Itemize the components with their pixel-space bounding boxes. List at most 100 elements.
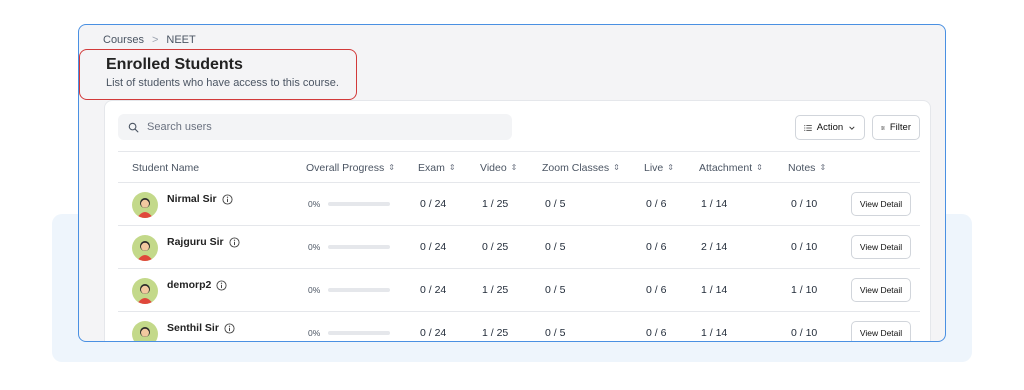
breadcrumb-courses[interactable]: Courses	[103, 34, 144, 46]
action-label: Action	[816, 122, 844, 133]
filter-button[interactable]: Filter	[872, 115, 920, 140]
view-detail-button[interactable]: View Detail	[851, 192, 911, 216]
search-input[interactable]	[147, 121, 487, 133]
view-detail-button[interactable]: View Detail	[851, 235, 911, 259]
chevron-down-icon	[849, 125, 855, 130]
col-video[interactable]: Video ⇕	[480, 162, 517, 174]
search-icon	[128, 122, 139, 132]
zoom-value: 0 / 5	[545, 284, 566, 296]
progress-bar	[328, 202, 391, 206]
notes-value: 0 / 10	[791, 327, 818, 339]
info-icon[interactable]	[222, 193, 233, 205]
table-row: demorp2 0% 0 / 24 1 / 25 0 / 5 0 / 6 1 /…	[118, 269, 920, 312]
page-header: Enrolled Students List of students who h…	[79, 49, 357, 100]
exam-value: 0 / 24	[420, 198, 447, 210]
live-value: 0 / 6	[646, 327, 667, 339]
avatar	[132, 278, 158, 304]
col-label: Video	[480, 162, 507, 174]
students-table: Student Name Overall Progress ⇕ Exam ⇕ Vid…	[118, 151, 920, 341]
avatar	[132, 192, 158, 218]
progress-bar	[328, 331, 391, 335]
user-avatar-icon	[137, 241, 153, 261]
col-label: Attachment	[699, 162, 753, 174]
progress-label: 0%	[308, 242, 321, 252]
app-window: Courses > NEET Enrolled Students List of…	[78, 24, 946, 342]
notes-value: 1 / 10	[791, 284, 818, 296]
progress-cell: 0%	[308, 328, 391, 338]
progress-cell: 0%	[308, 242, 391, 252]
progress-bar	[328, 245, 391, 249]
sort-icon: ⇕	[756, 163, 763, 172]
progress-label: 0%	[308, 328, 321, 338]
avatar	[132, 235, 158, 261]
progress-cell: 0%	[308, 285, 391, 295]
col-live[interactable]: Live ⇕	[644, 162, 674, 174]
sort-icon: ⇕	[819, 163, 827, 172]
student-name: Senthil Sir	[167, 322, 235, 334]
attachment-value: 1 / 14	[701, 327, 728, 339]
sort-icon: ⇕	[667, 163, 674, 172]
col-zoom-classes[interactable]: Zoom Classes ⇕	[542, 162, 620, 174]
col-label: Zoom Classes	[542, 162, 610, 174]
filter-label: Filter	[889, 122, 911, 133]
breadcrumb: Courses > NEET	[103, 34, 196, 46]
live-value: 0 / 6	[646, 241, 667, 253]
exam-value: 0 / 24	[420, 327, 447, 339]
sort-icon: ⇕	[613, 163, 620, 172]
info-icon[interactable]	[216, 279, 227, 291]
info-icon[interactable]	[224, 322, 235, 334]
col-student-name: Student Name	[132, 162, 199, 174]
student-name: Rajguru Sir	[167, 236, 240, 248]
progress-label: 0%	[308, 199, 321, 209]
attachment-value: 1 / 14	[701, 198, 728, 210]
user-avatar-icon	[137, 284, 153, 304]
zoom-value: 0 / 5	[545, 241, 566, 253]
breadcrumb-separator: >	[151, 34, 159, 46]
col-notes[interactable]: Notes ⇕	[788, 162, 826, 174]
progress-label: 0%	[308, 285, 321, 295]
col-label: Student Name	[132, 162, 200, 174]
table-row: Rajguru Sir 0% 0 / 24 0 / 25 0 / 5 0 / 6…	[118, 226, 920, 269]
exam-value: 0 / 24	[420, 284, 447, 296]
progress-bar	[328, 288, 391, 292]
student-name-text: Senthil Sir	[167, 322, 219, 334]
search-bar[interactable]	[118, 114, 512, 140]
sliders-icon	[881, 125, 885, 130]
col-label: Overall Progress	[306, 162, 385, 174]
user-avatar-icon	[137, 198, 153, 218]
notes-value: 0 / 10	[791, 241, 818, 253]
zoom-value: 0 / 5	[545, 198, 566, 210]
view-detail-button[interactable]: View Detail	[851, 278, 911, 302]
avatar	[132, 321, 158, 341]
page-subtitle: List of students who have access to this…	[106, 77, 339, 89]
attachment-value: 2 / 14	[701, 241, 728, 253]
breadcrumb-neet[interactable]: NEET	[166, 34, 195, 46]
view-detail-button[interactable]: View Detail	[851, 321, 911, 341]
attachment-value: 1 / 14	[701, 284, 728, 296]
student-name: demorp2	[167, 279, 227, 291]
col-overall-progress[interactable]: Overall Progress ⇕	[306, 162, 395, 174]
col-attachment[interactable]: Attachment ⇕	[699, 162, 763, 174]
list-icon	[804, 124, 812, 131]
exam-value: 0 / 24	[420, 241, 447, 253]
video-value: 1 / 25	[482, 327, 509, 339]
sort-icon: ⇕	[388, 163, 395, 172]
page-title: Enrolled Students	[106, 56, 243, 73]
info-icon[interactable]	[229, 236, 240, 248]
col-label: Exam	[418, 162, 445, 174]
progress-cell: 0%	[308, 199, 391, 209]
col-label: Live	[644, 162, 664, 174]
video-value: 1 / 25	[482, 198, 509, 210]
student-name-text: Nirmal Sir	[167, 193, 217, 205]
live-value: 0 / 6	[646, 198, 667, 210]
sort-icon: ⇕	[510, 163, 518, 172]
action-button[interactable]: Action	[795, 115, 865, 140]
student-name-text: demorp2	[167, 279, 212, 291]
video-value: 1 / 25	[482, 284, 509, 296]
sort-icon: ⇕	[448, 163, 456, 172]
col-label: Notes	[788, 162, 816, 174]
notes-value: 0 / 10	[791, 198, 818, 210]
user-avatar-icon	[140, 327, 150, 337]
live-value: 0 / 6	[646, 284, 667, 296]
col-exam[interactable]: Exam ⇕	[418, 162, 456, 174]
